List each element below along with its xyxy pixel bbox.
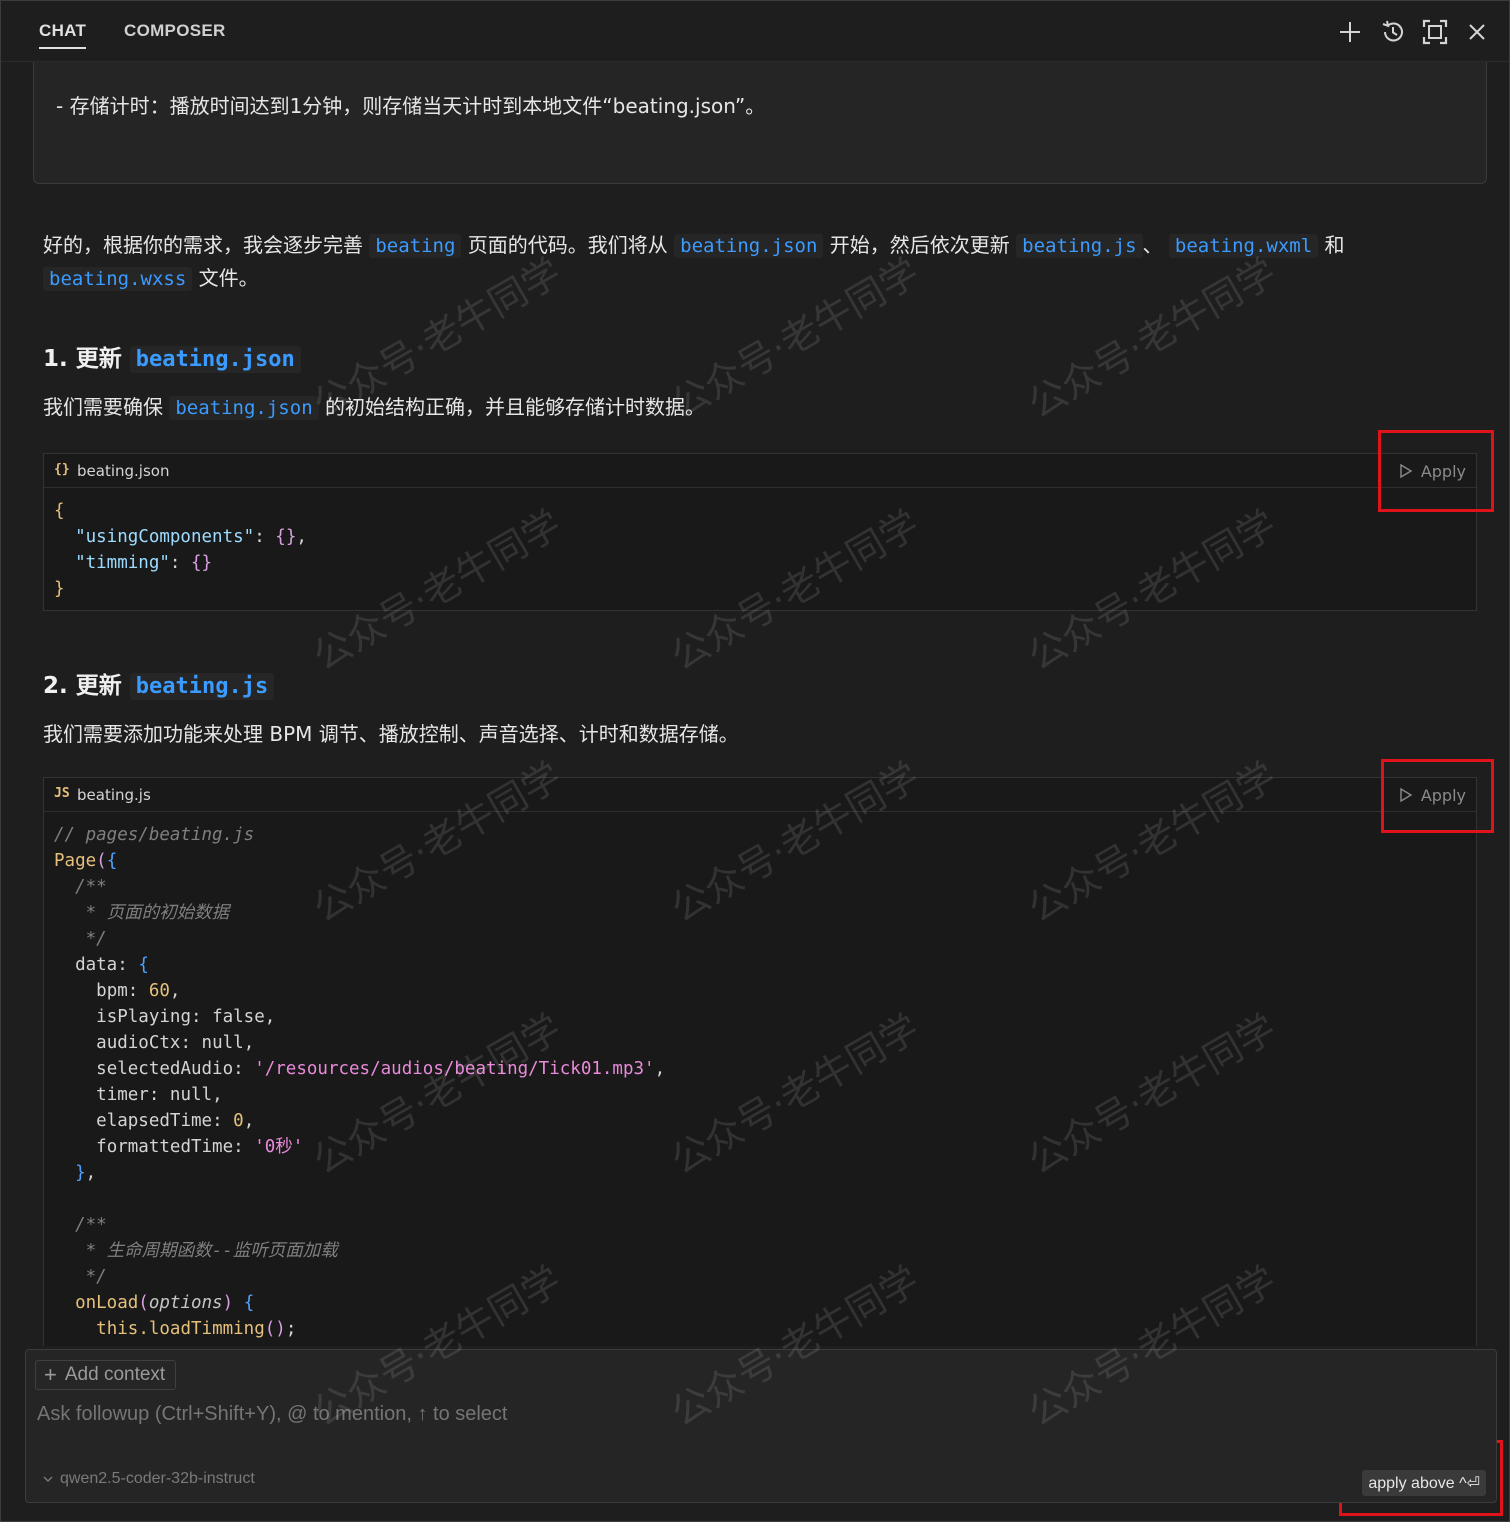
inline-code: beating.wxss <box>43 267 193 291</box>
inline-code: beating.js <box>129 673 275 700</box>
intro-text: 好的，根据你的需求，我会逐步完善 <box>43 233 363 257</box>
panel-header: CHAT COMPOSER <box>1 1 1509 62</box>
apply-button[interactable]: Apply <box>1399 460 1466 482</box>
tab-composer[interactable]: COMPOSER <box>124 21 226 41</box>
section-1-description: 我们需要确保 beating.json 的初始结构正确，并且能够存储计时数据。 <box>43 391 705 424</box>
model-name: qwen2.5-coder-32b-instruct <box>60 1470 255 1487</box>
inline-code: beating.js <box>1016 234 1143 258</box>
json-file-icon: {} <box>54 462 70 477</box>
heading-text: 2. 更新 <box>43 673 122 699</box>
model-selector[interactable]: qwen2.5-coder-32b-instruct <box>42 1470 255 1488</box>
close-icon[interactable] <box>1464 19 1490 45</box>
intro-text: 和 <box>1324 233 1345 257</box>
code-block-header: JS beating.js Apply <box>44 778 1476 812</box>
code-filename: beating.js <box>77 786 151 804</box>
chat-panel: CHAT COMPOSER - 存储计时：播放时间达到1分钟，则存储当天计时到本… <box>0 0 1510 1522</box>
chat-scroll-area[interactable]: - 存储计时：播放时间达到1分钟，则存储当天计时到本地文件“beating.js… <box>1 62 1509 1346</box>
desc-text: 我们需要确保 <box>43 395 163 419</box>
chevron-down-icon <box>43 1476 53 1482</box>
inline-code: beating.json <box>674 234 824 258</box>
code-block-js: JS beating.js Apply // pages/beating.js … <box>43 777 1477 1346</box>
user-message-text: - 存储计时：播放时间达到1分钟，则存储当天计时到本地文件“beating.js… <box>56 94 766 118</box>
intro-text: 、 <box>1142 233 1163 257</box>
add-context-label: Add context <box>64 1364 166 1385</box>
tab-chat[interactable]: CHAT <box>39 21 87 49</box>
section-1-heading: 1. 更新 beating.json <box>43 339 301 373</box>
apply-label: Apply <box>1420 785 1466 805</box>
intro-text: 文件。 <box>198 266 259 290</box>
code-block-json: {} beating.json Apply { "usingComponents… <box>43 453 1477 611</box>
play-icon <box>1400 463 1413 479</box>
code-content: // pages/beating.js Page({ /** * 页面的初始数据… <box>54 825 666 1339</box>
play-icon <box>1400 787 1413 803</box>
plus-icon: + <box>44 1362 57 1387</box>
maximize-icon[interactable] <box>1422 19 1448 45</box>
add-context-button[interactable]: + Add context <box>35 1360 177 1390</box>
intro-text: 开始，然后依次更新 <box>829 233 1010 257</box>
js-file-icon: JS <box>54 786 70 801</box>
followup-input-area: + Add context qwen2.5-coder-32b-instruct… <box>25 1349 1497 1503</box>
plus-icon[interactable] <box>1337 19 1363 45</box>
apply-above-button[interactable]: apply above ^⏎ <box>1362 1470 1486 1496</box>
code-block-header: {} beating.json Apply <box>44 454 1476 488</box>
desc-text: 的初始结构正确，并且能够存储计时数据。 <box>325 395 705 419</box>
inline-code: beating <box>369 234 462 258</box>
assistant-intro: 好的，根据你的需求，我会逐步完善 beating 页面的代码。我们将从 beat… <box>43 229 1463 295</box>
heading-text: 1. 更新 <box>43 346 122 372</box>
intro-text: 页面的代码。我们将从 <box>467 233 668 257</box>
section-2-description: 我们需要添加功能来处理 BPM 调节、播放控制、声音选择、计时和数据存储。 <box>43 722 739 746</box>
user-message: - 存储计时：播放时间达到1分钟，则存储当天计时到本地文件“beating.js… <box>33 62 1487 184</box>
section-2-heading: 2. 更新 beating.js <box>43 666 275 700</box>
inline-code: beating.wxml <box>1168 234 1319 258</box>
history-icon[interactable] <box>1380 19 1406 45</box>
inline-code: beating.json <box>129 346 301 373</box>
followup-input[interactable] <box>35 1402 1339 1427</box>
apply-button[interactable]: Apply <box>1399 784 1466 806</box>
inline-code: beating.json <box>169 396 319 420</box>
apply-label: Apply <box>1420 461 1466 481</box>
code-content: { "usingComponents": {}, "timming": {} } <box>54 501 307 599</box>
code-filename: beating.json <box>77 462 170 480</box>
